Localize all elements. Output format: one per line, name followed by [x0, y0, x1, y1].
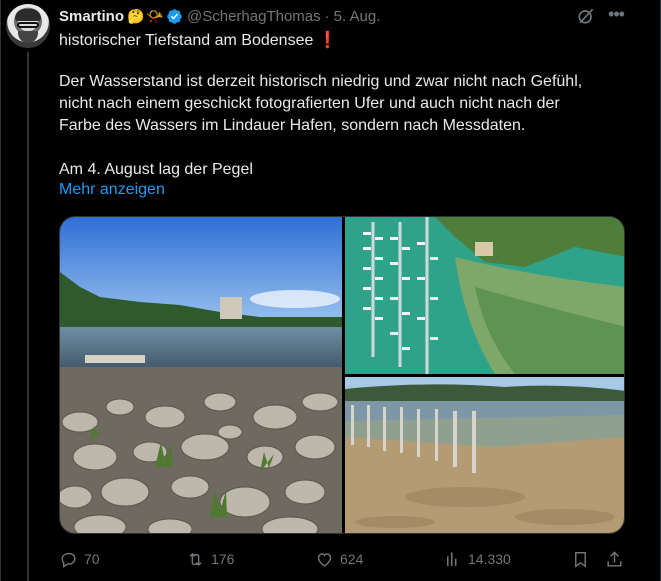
reply-icon [61, 552, 76, 568]
tweet-body-line: Der Wasserstand ist derzeit historisch n… [59, 73, 583, 90]
exclamation-emoji: ❗ [317, 32, 338, 49]
photo-dry-lakebed[interactable] [345, 377, 624, 533]
like-count: 624 [340, 551, 364, 567]
repost-count: 176 [211, 551, 235, 567]
like-button[interactable]: 624 [315, 546, 363, 572]
like-icon [317, 552, 332, 567]
author-handle[interactable]: @ScherhagThomas [187, 8, 321, 25]
photo-rocky-shore[interactable] [60, 217, 342, 533]
verified-icon[interactable] [166, 8, 183, 25]
repost-icon [189, 552, 202, 566]
tweet-header: Smartino 🤔 📯 @ScherhagThomas · 5. Aug. [59, 5, 380, 27]
share-button[interactable] [605, 546, 630, 572]
view-count: 14.330 [468, 551, 511, 567]
grok-icon[interactable] [576, 6, 596, 26]
thread-line [27, 52, 29, 581]
bookmark-icon [575, 551, 586, 568]
bookmark-button[interactable] [571, 546, 596, 572]
reply-button[interactable]: 70 [59, 546, 100, 572]
author-name[interactable]: Smartino [59, 8, 124, 25]
share-icon [607, 550, 622, 567]
timeline-border-left [0, 0, 1, 581]
show-more-link[interactable]: Mehr anzeigen [59, 181, 165, 199]
repost-button[interactable]: 176 [186, 546, 234, 572]
horn-emoji: 📯 [146, 8, 164, 24]
views-icon [446, 551, 457, 566]
tweet-body-line: Am 4. August lag der Pegel [59, 161, 253, 178]
separator-dot: · [324, 7, 330, 25]
reply-count: 70 [84, 551, 100, 567]
tweet-body-line: nicht nach einem geschickt fotografierte… [59, 95, 560, 112]
action-bar: 70 176 624 14.330 [59, 546, 625, 572]
tweet-date[interactable]: 5. Aug. [334, 8, 381, 25]
more-icon[interactable]: ••• [605, 4, 627, 26]
thinking-emoji: 🤔 [127, 8, 145, 24]
views-button[interactable]: 14.330 [443, 546, 511, 572]
photo-aerial-harbour[interactable] [345, 217, 624, 374]
media-grid [59, 216, 625, 534]
tweet-body-line: Farbe des Wassers im Lindauer Hafen, son… [59, 117, 526, 134]
avatar[interactable] [6, 4, 50, 48]
tweet-headline: historischer Tiefstand am Bodensee ❗ [59, 32, 338, 49]
